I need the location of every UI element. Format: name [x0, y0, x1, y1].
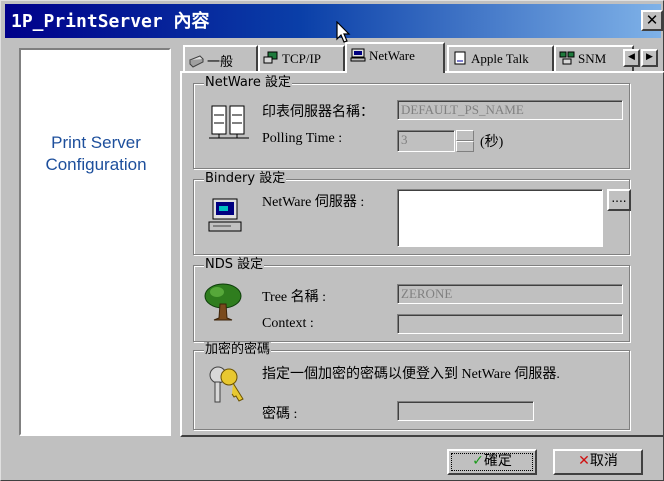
tab-label: SNM — [578, 51, 607, 66]
snmp-icon — [559, 51, 575, 65]
netware-settings-group: NetWare 設定 印表伺服器名稱： DEFAULT_PS_NAME Poll… — [193, 75, 630, 169]
close-button[interactable]: ✕ — [641, 10, 663, 31]
group-legend: NDS 設定 — [204, 257, 265, 272]
print-server-configuration-title: Print Server Configuration — [21, 132, 171, 176]
arrow-left-icon: ◀ — [628, 52, 635, 62]
print-server-name-label: 印表伺服器名稱： — [262, 105, 374, 120]
tab-label: NetWare — [369, 48, 415, 63]
properties-window: 1P_PrintServer 內容 ✕ Print Server Configu… — [0, 0, 664, 481]
browse-server-button[interactable]: .... — [607, 189, 631, 211]
encrypted-password-group: 加密的密碼 指定一個加密的密碼以便登入到 NetWare 伺服器. 密碼 : — [193, 342, 630, 430]
bindery-settings-group: Bindery 設定 NetWare 伺服器 : .... — [193, 171, 631, 255]
ok-button[interactable]: ✓確定 — [447, 449, 537, 475]
nds-settings-group: NDS 設定 Tree 名稱 : ZERONE Context : — [193, 257, 630, 342]
title-bar[interactable]: 1P_PrintServer 內容 ✕ — [5, 4, 663, 38]
context-field[interactable] — [397, 314, 623, 334]
context-label: Context : — [262, 316, 314, 331]
left-info-panel: Print Server Configuration — [19, 48, 171, 436]
network-icon — [263, 51, 278, 64]
tab-label: TCP/IP — [282, 51, 322, 66]
tab-label: Apple Talk — [471, 51, 529, 66]
tab-tcpip[interactable]: TCP/IP — [258, 45, 345, 71]
netware-server-list[interactable] — [397, 189, 603, 247]
spin-down-icon[interactable] — [456, 141, 474, 152]
cancel-label: 取消 — [589, 453, 618, 469]
group-legend: 加密的密碼 — [204, 342, 272, 357]
polling-time-unit: (秒) — [480, 135, 504, 150]
close-icon: ✕ — [645, 11, 659, 29]
print-server-name-field[interactable]: DEFAULT_PS_NAME — [397, 100, 623, 120]
tab-apple-talk[interactable]: Apple Talk — [447, 45, 554, 71]
keys-icon — [209, 366, 244, 403]
mouse-cursor-icon — [336, 21, 351, 43]
password-label: 密碼 : — [262, 407, 298, 422]
cross-icon: ✕ — [578, 453, 590, 469]
tab-general[interactable]: 一般 — [183, 45, 258, 71]
tab-netware[interactable]: NetWare — [345, 42, 445, 73]
tree-icon — [204, 283, 242, 321]
tab-scroll-left-button[interactable]: ◀ — [623, 49, 640, 67]
panel-title-line1: Print Server — [51, 133, 141, 152]
computer-icon — [350, 48, 366, 62]
group-legend: NetWare 設定 — [204, 75, 292, 90]
netware-tab-panel: NetWare 設定 印表伺服器名稱： DEFAULT_PS_NAME Poll… — [180, 71, 664, 437]
window-title: 1P_PrintServer 內容 — [11, 11, 210, 32]
cancel-button[interactable]: ✕取消 — [553, 449, 643, 475]
netware-server-label: NetWare 伺服器 : — [262, 195, 365, 210]
group-legend: Bindery 設定 — [204, 171, 287, 186]
arrow-right-icon: ▶ — [646, 52, 653, 62]
ok-label: 確定 — [483, 453, 512, 469]
printer-icon — [189, 55, 204, 68]
tab-label: 一般 — [207, 54, 234, 69]
tab-snmp[interactable]: SNM — [554, 45, 634, 71]
polling-time-field[interactable]: 3 — [397, 130, 455, 152]
tree-name-label: Tree 名稱 : — [262, 290, 327, 305]
polling-time-label: Polling Time : — [262, 131, 343, 146]
spin-up-icon[interactable] — [456, 130, 474, 141]
server-icon — [209, 105, 249, 139]
password-description: 指定一個加密的密碼以便登入到 NetWare 伺服器. — [262, 367, 560, 382]
checkmark-icon: ✓ — [472, 453, 484, 469]
tree-name-field[interactable]: ZERONE — [397, 284, 623, 304]
tab-scroll-right-button[interactable]: ▶ — [641, 49, 658, 67]
document-icon — [454, 51, 466, 65]
computer-icon — [208, 198, 242, 232]
password-field[interactable] — [397, 401, 534, 421]
panel-title-line2: Configuration — [45, 155, 147, 174]
polling-time-spinner[interactable] — [456, 130, 474, 152]
